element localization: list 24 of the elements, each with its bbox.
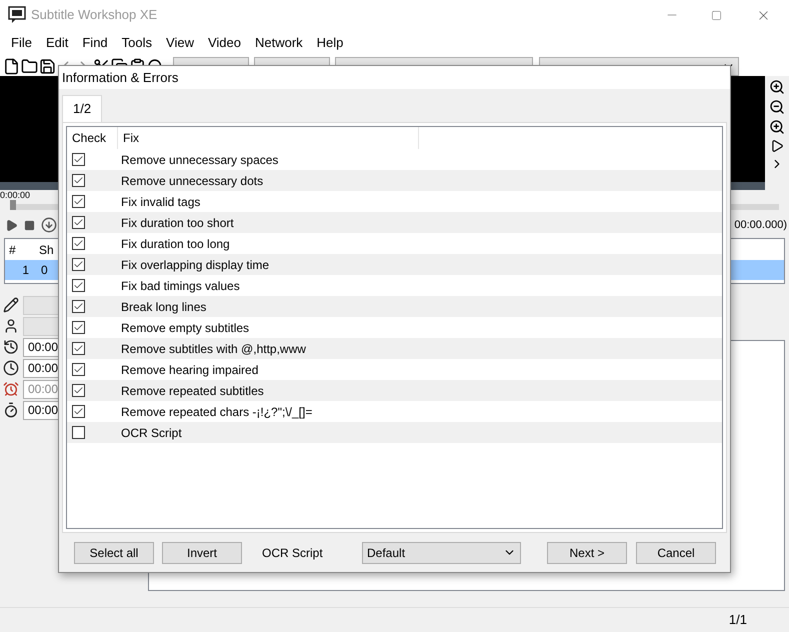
fix-label: Remove unnecessary spaces: [120, 152, 278, 168]
fix-label: Break long lines: [120, 298, 206, 316]
column-header: Sh: [38, 242, 54, 258]
dialog-title: Information & Errors: [62, 68, 178, 87]
fix-label: Remove hearing impaired: [120, 362, 258, 378]
fix-label: Fix bad timings values: [120, 278, 240, 294]
fix-label: Remove unnecessary dots: [120, 172, 264, 190]
fix-label: Remove repeated subtitles: [120, 382, 264, 400]
fix-label: Remove repeated chars -¡!¿?";\/_[]=: [120, 404, 312, 420]
fix-label: Fix invalid tags: [120, 194, 200, 210]
table-cell-text: 1: [21, 262, 30, 279]
status-page: 1/1: [728, 611, 747, 630]
fix-label: Fix overlapping display time: [120, 256, 270, 274]
fix-label: OCR Script: [120, 424, 182, 442]
window-title: Subtitle Workshop XE: [31, 6, 158, 24]
script-label: OCR Script: [262, 544, 324, 562]
time-label: 0:00:00: [0, 190, 32, 200]
fix-label: Remove subtitles with @,http,www: [120, 340, 306, 358]
fix-label: Fix duration too short: [120, 214, 234, 232]
fix-label: Fix duration too long: [120, 236, 230, 252]
fix-label: Remove empty subtitles: [120, 320, 250, 336]
column-header: #: [8, 242, 17, 258]
position-reading: 00:00.000): [734, 218, 787, 233]
table-cell-text: 0: [40, 262, 48, 279]
